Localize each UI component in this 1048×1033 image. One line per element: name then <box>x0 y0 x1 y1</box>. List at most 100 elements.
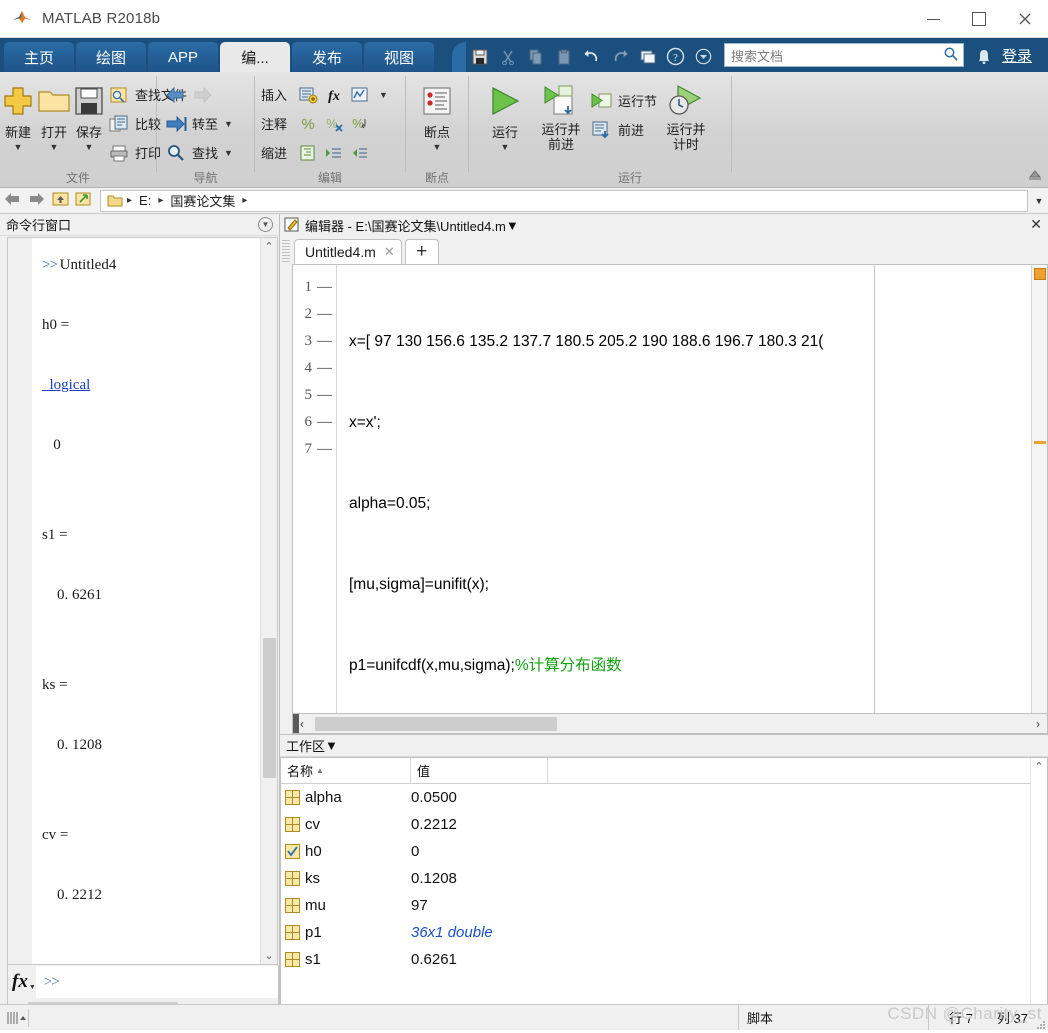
run-section-button[interactable]: 运行节 <box>589 86 657 115</box>
run-button[interactable]: 运行 ▼ <box>477 78 533 153</box>
window-icon[interactable] <box>635 43 661 71</box>
scroll-thumb[interactable] <box>262 638 276 778</box>
command-input[interactable]: >> <box>35 966 278 998</box>
editor-tab-untitled4[interactable]: Untitled4.m ✕ <box>294 239 402 264</box>
table-row[interactable]: s1 0.6261 <box>281 946 1030 973</box>
table-row[interactable]: h0 0 <box>281 838 1030 865</box>
cut-icon[interactable] <box>495 43 521 71</box>
editor-hscroll-thumb[interactable] <box>315 716 557 731</box>
editor-code-text[interactable]: x=[ 97 130 156.6 135.2 137.7 180.5 205.2… <box>337 265 1031 713</box>
command-window-options-icon[interactable]: ▼ <box>258 217 273 232</box>
paste-icon[interactable] <box>551 43 577 71</box>
line-mark[interactable]: — <box>312 360 332 376</box>
tab-plots[interactable]: 绘图 <box>76 42 146 72</box>
smart-indent-icon[interactable] <box>295 144 321 162</box>
table-row[interactable]: p1 36x1 double <box>281 919 1030 946</box>
open-button-caret[interactable]: ▼ <box>50 142 59 153</box>
open-button[interactable]: 打开 ▼ <box>36 78 72 153</box>
insert-icon[interactable] <box>295 86 321 104</box>
minimize-button[interactable] <box>910 0 956 38</box>
table-row[interactable]: cv 0.2212 <box>281 811 1030 838</box>
tab-publish[interactable]: 发布 <box>292 42 362 72</box>
save-button[interactable]: 保存 ▼ <box>72 78 106 153</box>
comment-percent-icon[interactable]: % <box>295 115 321 133</box>
editor-tab-close-icon[interactable]: ✕ <box>384 244 395 260</box>
tab-apps[interactable]: APP <box>148 42 218 72</box>
bell-icon[interactable] <box>971 43 997 71</box>
line-mark[interactable]: — <box>312 387 332 403</box>
status-grip-icon[interactable] <box>0 1005 26 1030</box>
command-window-vertical-scrollbar[interactable]: ⌃ ⌄ <box>260 238 277 964</box>
new-editor-tab-button[interactable]: + <box>404 239 439 264</box>
new-button[interactable]: 新建 ▼ <box>0 78 36 153</box>
collapse-ribbon-icon[interactable] <box>1028 170 1042 185</box>
line-mark[interactable]: — <box>312 441 332 457</box>
nav-forward-icon[interactable] <box>24 192 48 210</box>
browse-folder-icon[interactable] <box>72 191 96 210</box>
find-button[interactable]: 查找 ▼ <box>163 138 233 167</box>
editor-horizontal-scrollbar[interactable]: ‹ › <box>292 714 1048 734</box>
nav-back-icon[interactable] <box>0 192 24 210</box>
copy-icon[interactable] <box>523 43 549 71</box>
redo-icon[interactable] <box>607 43 633 71</box>
find-caret[interactable]: ▼ <box>224 148 233 158</box>
undo-icon[interactable] <box>579 43 605 71</box>
indent-left-icon[interactable] <box>347 144 373 162</box>
scroll-up-icon[interactable]: ⌃ <box>264 238 273 255</box>
column-header-empty[interactable] <box>548 758 1030 783</box>
help-icon[interactable]: ? <box>663 43 689 71</box>
command-window-output-area[interactable]: >> Untitled4 h0 = logical 0 s1 = 0. 6261… <box>7 237 278 965</box>
warning-summary-icon[interactable] <box>1034 268 1046 280</box>
breakpoints-caret[interactable]: ▼ <box>433 142 442 153</box>
workspace-vertical-scrollbar[interactable]: ⌃ ⌄ <box>1030 758 1047 1018</box>
line-mark[interactable]: — <box>312 414 332 430</box>
tab-view[interactable]: 视图 <box>364 42 434 72</box>
table-row[interactable]: ks 0.1208 <box>281 865 1030 892</box>
run-and-advance-button[interactable]: 运行并 前进 <box>533 78 589 152</box>
column-header-name[interactable]: 名称 ▲ <box>281 758 411 783</box>
uncomment-icon[interactable]: % <box>321 115 347 133</box>
function-plot-icon[interactable] <box>347 86 373 104</box>
fx-caret-icon[interactable]: ▼ <box>29 984 36 991</box>
insert-caret[interactable]: ▼ <box>379 90 388 100</box>
search-input[interactable]: 搜索文档 <box>723 43 964 67</box>
forward-arrow-icon[interactable] <box>189 86 215 104</box>
save-icon[interactable] <box>467 43 493 71</box>
new-button-caret[interactable]: ▼ <box>14 142 23 153</box>
table-row[interactable]: mu 97 <box>281 892 1030 919</box>
run-caret[interactable]: ▼ <box>501 142 510 153</box>
goto-button[interactable]: 转至 ▼ <box>163 109 233 138</box>
editor-warning-rail[interactable] <box>1031 265 1047 713</box>
login-link[interactable]: 登录 <box>1002 45 1032 66</box>
goto-caret[interactable]: ▼ <box>224 119 233 129</box>
column-header-value[interactable]: 值 <box>411 758 548 783</box>
editor-code-area[interactable]: 1— 2— 3— 4— 5— 6— 7— x=[ 97 130 156.6 13… <box>292 264 1048 714</box>
breadcrumb-drive[interactable]: E: <box>136 193 154 208</box>
fx-icon[interactable]: fx <box>321 86 347 104</box>
close-button[interactable] <box>1002 0 1048 38</box>
back-arrow-icon[interactable] <box>163 86 189 104</box>
maximize-button[interactable] <box>956 0 1002 38</box>
editor-hscroll-right-icon[interactable]: › <box>1029 717 1047 731</box>
save-button-caret[interactable]: ▼ <box>85 142 94 153</box>
advance-button[interactable]: 前进 <box>589 115 657 144</box>
breakpoints-button[interactable]: 断点 ▼ <box>411 78 463 153</box>
tab-editor[interactable]: 编... <box>220 42 290 72</box>
wrap-comment-icon[interactable]: % <box>347 115 373 133</box>
editor-options-icon[interactable]: ▼ <box>506 218 519 233</box>
breadcrumb-folder[interactable]: 国赛论文集 <box>167 191 238 210</box>
workspace-options-icon[interactable]: ▼ <box>325 738 338 753</box>
line-mark[interactable]: — <box>312 306 332 322</box>
address-dropdown-caret[interactable]: ▼ <box>1030 196 1048 206</box>
line-mark[interactable]: — <box>312 279 332 295</box>
table-row[interactable]: alpha 0.0500 <box>281 784 1030 811</box>
run-and-time-button[interactable]: 运行并 计时 <box>657 78 715 152</box>
tab-home[interactable]: 主页 <box>4 42 74 72</box>
chevron-down-icon[interactable] <box>691 43 717 71</box>
resize-grip-icon[interactable] <box>1036 1018 1046 1029</box>
scroll-down-icon[interactable]: ⌄ <box>264 947 273 964</box>
up-folder-icon[interactable] <box>48 191 72 210</box>
editor-close-icon[interactable]: ✕ <box>1030 217 1042 233</box>
path-breadcrumb-field[interactable]: ▸ E: ▸ 国赛论文集 ▸ <box>100 189 1028 212</box>
line-mark[interactable]: — <box>312 333 332 349</box>
